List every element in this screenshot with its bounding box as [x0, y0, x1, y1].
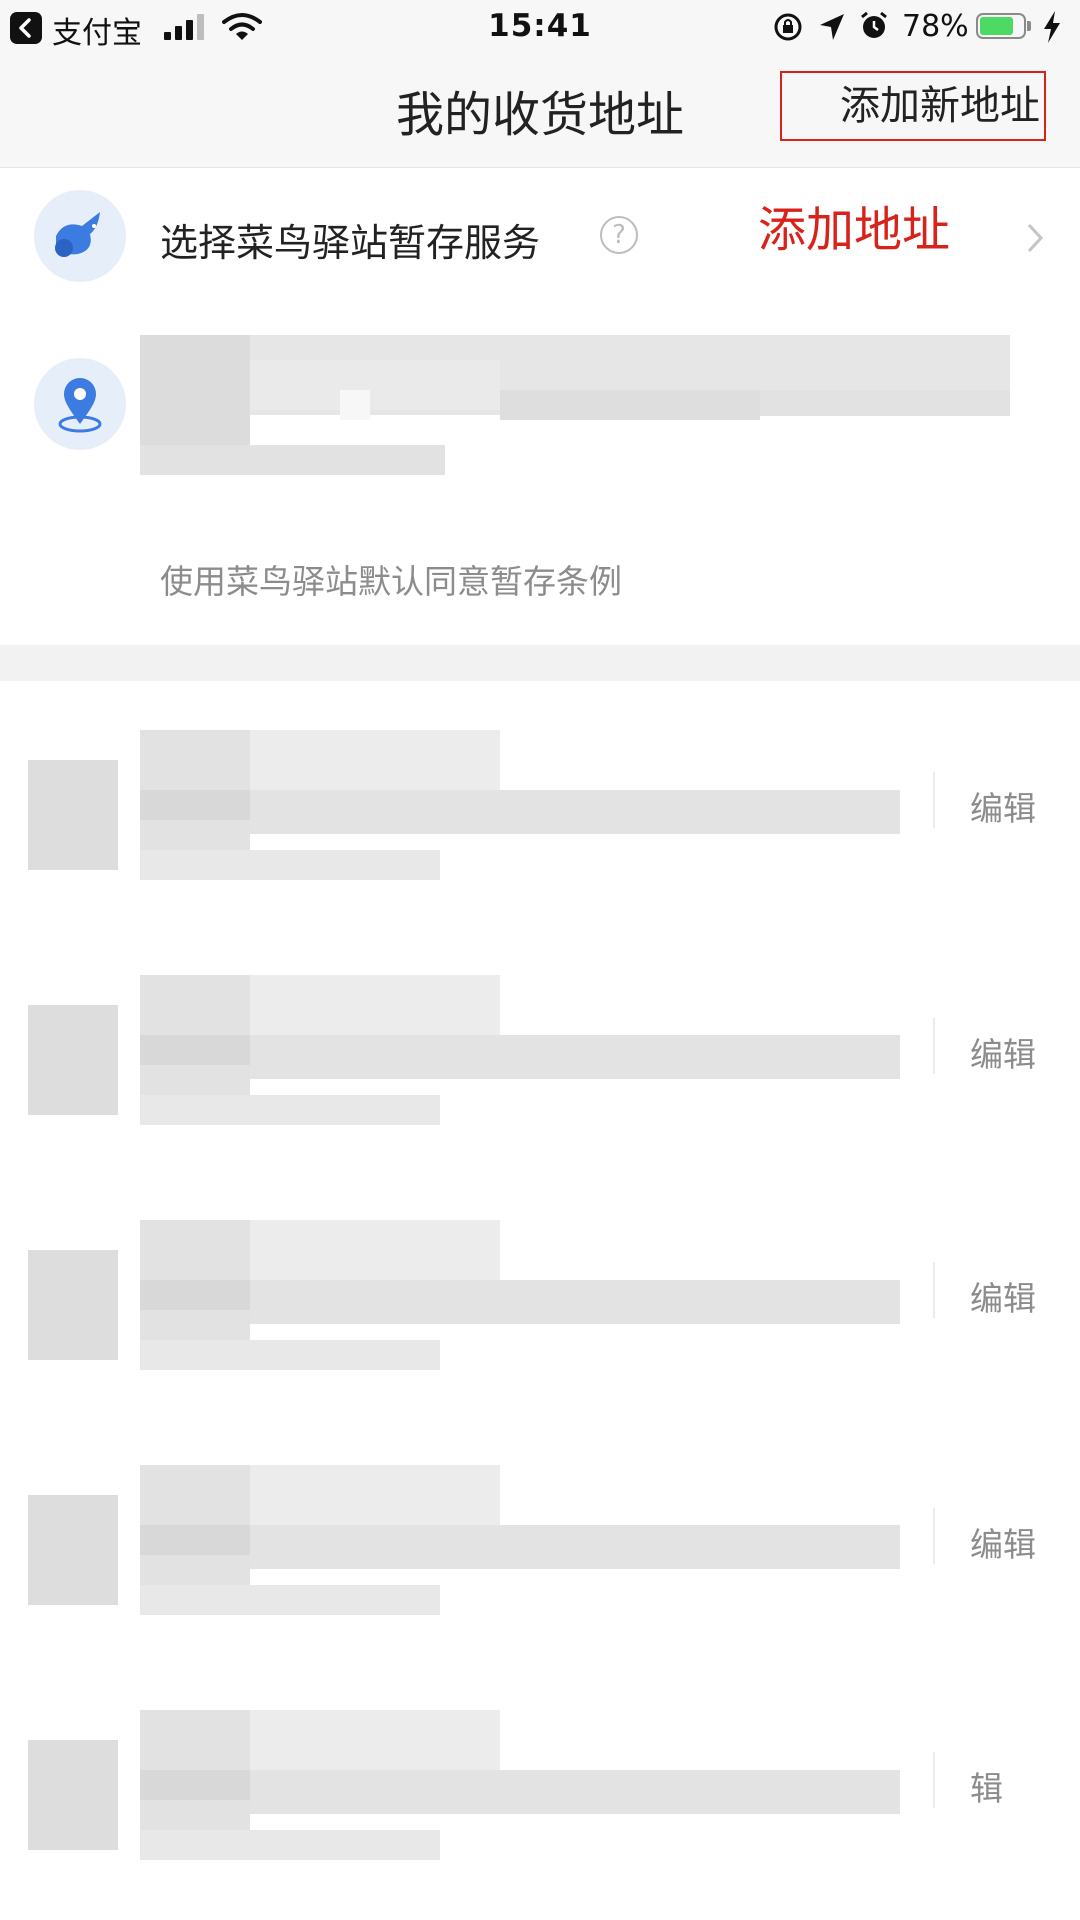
chevron-right-icon[interactable]	[1026, 222, 1044, 254]
status-bar: 支付宝 15:41 78%	[0, 0, 1080, 55]
cainiao-terms-note: 使用菜鸟驿站默认同意暂存条例	[160, 562, 622, 601]
location-pin-icon	[34, 358, 126, 450]
cainiao-bird-icon	[34, 190, 126, 282]
edit-divider	[933, 1752, 935, 1808]
edit-address-button[interactable]: 辑	[970, 1762, 1003, 1810]
address-list-item[interactable]: 编辑	[0, 1435, 1080, 1675]
edit-divider	[933, 1508, 935, 1564]
section-divider	[0, 645, 1080, 681]
charging-bolt-icon	[1044, 11, 1060, 43]
address-list-item[interactable]: 编辑	[0, 1190, 1080, 1430]
edit-divider	[933, 1018, 935, 1074]
cainiao-station-row[interactable]: 选择菜鸟驿站暂存服务 ? 添加地址	[0, 168, 1080, 308]
edit-address-button[interactable]: 编辑	[970, 1272, 1036, 1320]
cainiao-service-label: 选择菜鸟驿站暂存服务	[160, 221, 541, 265]
edit-address-button[interactable]: 编辑	[970, 782, 1036, 830]
add-address-annotation: 添加地址	[758, 202, 951, 258]
question-circle-icon[interactable]: ?	[600, 216, 638, 254]
add-new-address-button[interactable]: 添加新地址	[780, 71, 1046, 141]
address-list-item[interactable]: 编辑	[0, 700, 1080, 940]
alarm-icon	[861, 11, 887, 38]
battery-percent: 78%	[902, 9, 969, 44]
edit-divider	[933, 1262, 935, 1318]
edit-divider	[933, 772, 935, 828]
address-list-item[interactable]: 辑	[0, 1680, 1080, 1920]
location-arrow-icon	[820, 14, 844, 40]
rotation-lock-icon	[774, 13, 802, 41]
edit-address-button[interactable]: 编辑	[970, 1518, 1036, 1566]
address-list-item[interactable]: 编辑	[0, 945, 1080, 1185]
battery-icon	[976, 13, 1032, 41]
nav-bar: 我的收货地址 添加新地址	[0, 55, 1080, 168]
edit-address-button[interactable]: 编辑	[970, 1028, 1036, 1076]
